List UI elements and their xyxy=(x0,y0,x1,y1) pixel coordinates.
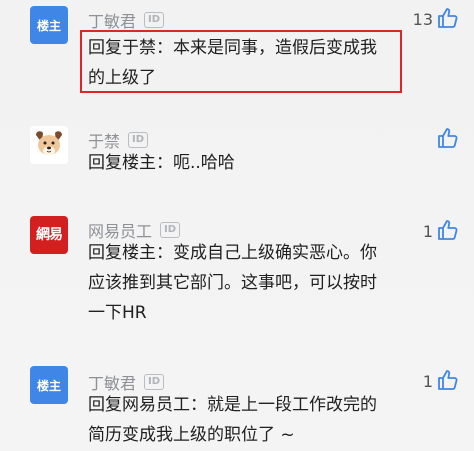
id-badge: ID xyxy=(144,374,165,390)
like-button[interactable] xyxy=(433,126,460,150)
commenter-name[interactable]: 丁敏君 xyxy=(88,8,136,32)
comment-text[interactable]: 回复网易员工：就是上一段工作改完的 简历变成我上级的职位了 ~ xyxy=(88,390,402,450)
comment-item: 楼主 丁敏君 ID 回复于禁：本来是同事，造假后变成我 的上级了 13 xyxy=(0,0,474,110)
comment-text[interactable]: 回复楼主：变成自己上级确实恶心。你 应该推到其它部门。这事吧，可以按时 一下HR xyxy=(88,238,402,328)
avatar-label: 楼主 xyxy=(36,378,61,393)
dog-face-icon xyxy=(30,126,68,164)
comment-item: 于禁 ID 回复楼主：呃..哈哈 xyxy=(0,110,474,200)
thumbs-up-icon xyxy=(438,370,458,390)
comment-item: 楼主 丁敏君 ID 回复网易员工：就是上一段工作改完的 简历变成我上级的职位了 … xyxy=(0,340,474,451)
thumbs-up-icon xyxy=(438,128,458,148)
comment-text[interactable]: 回复于禁：本来是同事，造假后变成我 的上级了 xyxy=(88,33,402,93)
avatar-label: 楼主 xyxy=(36,18,61,33)
avatar-label-text: 網易 xyxy=(36,227,63,243)
like-button[interactable]: 1 xyxy=(423,368,460,392)
like-button[interactable]: 1 xyxy=(423,218,460,242)
avatar[interactable] xyxy=(30,126,68,164)
thumbs-up-icon xyxy=(438,220,458,240)
thumbs-up-icon xyxy=(438,8,458,28)
id-badge: ID xyxy=(144,12,165,28)
like-count: 13 xyxy=(412,10,433,29)
like-button[interactable]: 13 xyxy=(413,6,460,30)
like-count: 1 xyxy=(422,372,433,391)
comment-text[interactable]: 回复楼主：呃..哈哈 xyxy=(88,148,402,178)
comment-item: 網易 网易员工 ID 回复楼主：变成自己上级确实恶心。你 应该推到其它部门。这事… xyxy=(0,200,474,340)
like-count: 1 xyxy=(422,222,433,241)
id-badge: ID xyxy=(128,132,149,148)
avatar[interactable]: 網易 xyxy=(30,216,68,254)
avatar[interactable]: 楼主 xyxy=(30,6,68,44)
id-badge: ID xyxy=(160,222,181,238)
avatar[interactable]: 楼主 xyxy=(30,366,68,404)
avatar-label: 網易 xyxy=(36,227,63,243)
